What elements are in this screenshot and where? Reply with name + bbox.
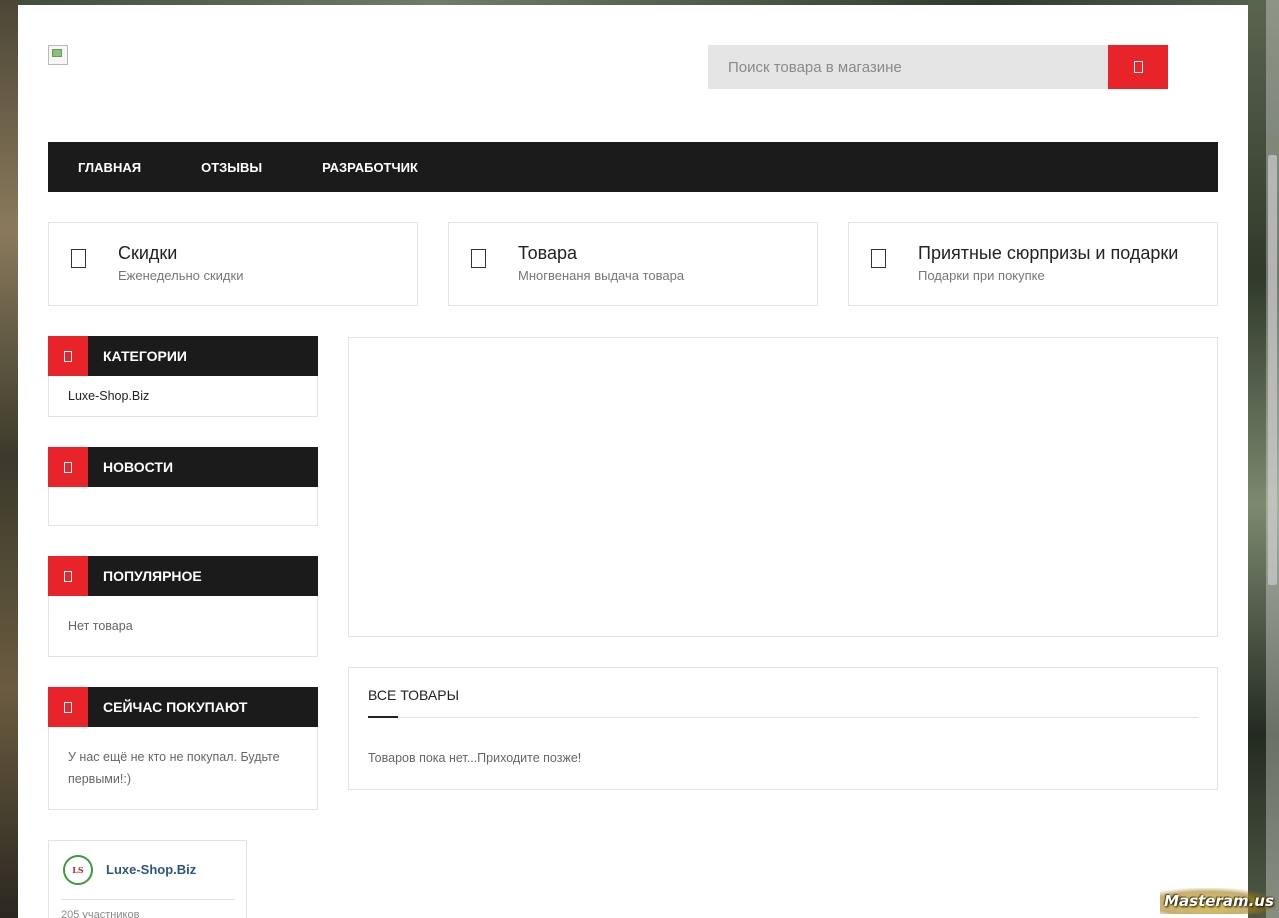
search-form	[708, 45, 1168, 89]
search-button[interactable]	[1108, 45, 1168, 89]
widget-header: Популярное	[48, 556, 318, 596]
group-name-link[interactable]: Luxe-Shop.Biz	[106, 862, 196, 877]
popular-empty-text: Нет товара	[68, 619, 133, 633]
widget-icon-box	[48, 447, 88, 487]
group-avatar-logo-icon: LS	[72, 865, 84, 875]
widget-popular: Популярное Нет товара	[48, 556, 318, 657]
widget-title: Новости	[103, 459, 174, 475]
widget-title: Сейчас покупают	[103, 699, 248, 715]
widget-header: Новости	[48, 447, 318, 487]
nav-item-reviews[interactable]: Отзывы	[201, 160, 262, 175]
widget-news: Новости	[48, 447, 318, 526]
widget-header: Сейчас покупают	[48, 687, 318, 727]
gift-icon	[871, 249, 886, 268]
news-icon	[64, 461, 72, 473]
widget-icon-box	[48, 336, 88, 376]
widget-title: Категории	[103, 348, 187, 364]
widget-icon-box	[48, 687, 88, 727]
watermark-logo: Masteram.us	[1160, 888, 1278, 914]
search-input[interactable]	[708, 45, 1108, 89]
main-banner	[348, 337, 1218, 637]
feature-title: Товара	[518, 243, 577, 263]
feature-goods: Товара Многвенаня выдача товара	[448, 222, 818, 306]
discount-icon	[71, 249, 86, 268]
search-icon	[1133, 61, 1143, 73]
feature-discounts: Скидки Еженедельно скидки	[48, 222, 418, 306]
all-goods-panel: Все товары Товаров пока нет...Приходите …	[348, 667, 1218, 790]
popular-icon	[64, 570, 72, 582]
goods-icon	[471, 249, 486, 268]
group-members-count: 205 участников	[61, 909, 140, 918]
feature-title: Приятные сюрпризы и подарки	[918, 243, 1179, 263]
all-goods-title: Все товары	[368, 687, 459, 703]
buying-now-text: У нас ещё не кто не покупал. Будьте перв…	[68, 750, 280, 786]
nav-item-developer[interactable]: Разработчик	[322, 160, 418, 175]
divider	[368, 717, 1199, 718]
widget-categories: Категории Luxe-Shop.Biz	[48, 336, 318, 417]
feature-subtitle: Еженедельно скидки	[118, 268, 244, 283]
scrollbar-thumb[interactable]	[1268, 155, 1277, 585]
widget-header: Категории	[48, 336, 318, 376]
buying-now-icon	[64, 701, 72, 713]
category-link[interactable]: Luxe-Shop.Biz	[68, 385, 149, 407]
feature-gifts: Приятные сюрпризы и подарки Подарки при …	[848, 222, 1218, 306]
all-goods-empty-text: Товаров пока нет...Приходите позже!	[368, 751, 582, 765]
vk-group-widget: LS Luxe-Shop.Biz 205 участников	[48, 840, 247, 918]
nav-item-home[interactable]: Главная	[78, 160, 141, 175]
page: Главная Отзывы Разработчик Скидки Еженед…	[18, 5, 1248, 918]
feature-title: Скидки	[118, 243, 178, 263]
widget-icon-box	[48, 556, 88, 596]
feature-subtitle: Подарки при покупке	[918, 268, 1045, 283]
title-underline-accent	[368, 716, 398, 718]
site-logo-image[interactable]	[48, 45, 68, 65]
group-avatar[interactable]: LS	[63, 855, 93, 885]
categories-icon	[64, 350, 72, 362]
background-left	[0, 0, 18, 918]
feature-subtitle: Многвенаня выдача товара	[518, 268, 685, 283]
divider	[61, 899, 235, 900]
widget-buying-now: Сейчас покупают У нас ещё не кто не поку…	[48, 687, 318, 810]
widget-title: Популярное	[103, 568, 202, 584]
main-navbar: Главная Отзывы Разработчик	[48, 142, 1218, 192]
